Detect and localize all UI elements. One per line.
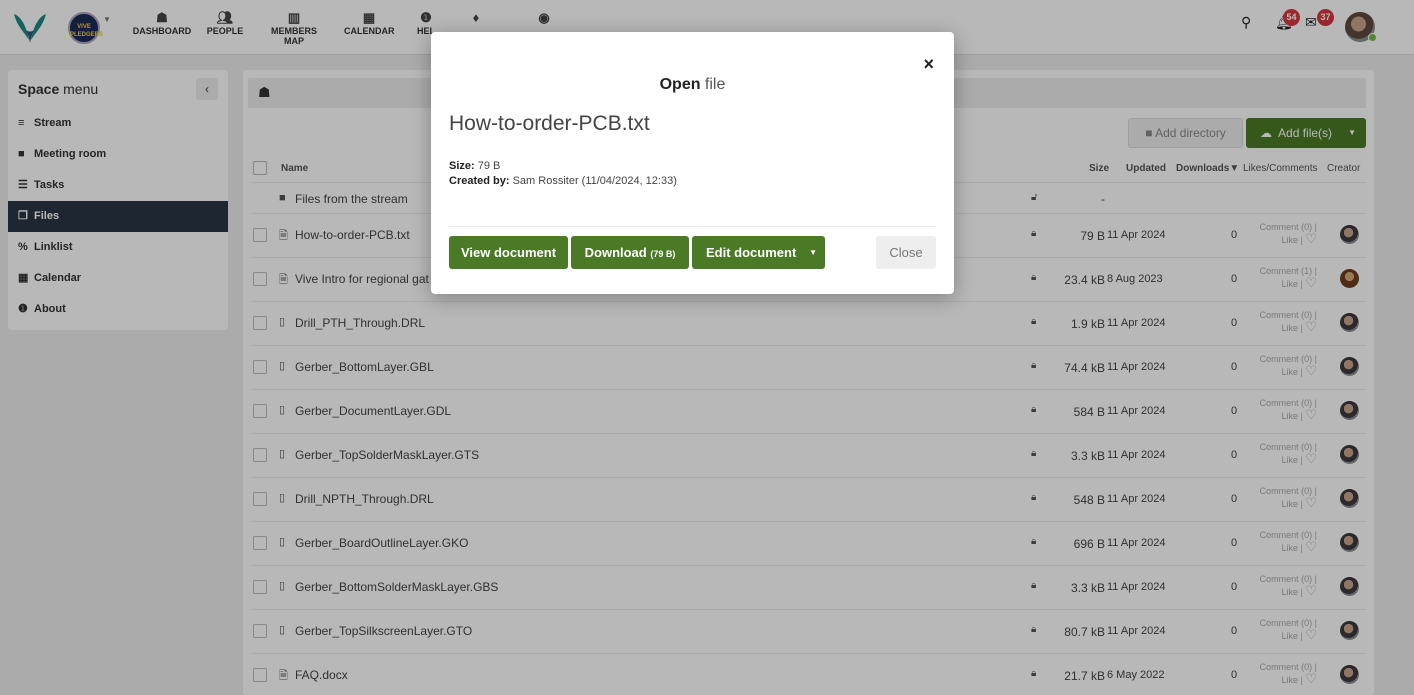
created-by-label: Created by: — [449, 175, 510, 187]
download-button[interactable]: Download (79 B) — [571, 236, 689, 269]
close-icon[interactable]: × — [923, 54, 934, 75]
edit-document-label: Edit document — [706, 245, 797, 260]
download-size: (79 B) — [650, 249, 676, 259]
created-by-value: Sam Rossiter (11/04/2024, 12:33) — [509, 175, 677, 187]
edit-document-button[interactable]: Edit document ▼ — [692, 236, 825, 269]
dialog-title-rest: file — [700, 76, 726, 93]
dialog-title-bold: Open — [659, 76, 701, 93]
size-label: Size: — [449, 160, 475, 172]
dialog-filename: How-to-order-PCB.txt — [449, 112, 650, 135]
download-label: Download — [584, 245, 647, 260]
view-document-button[interactable]: View document — [449, 236, 568, 269]
divider — [449, 226, 936, 227]
chevron-down-icon[interactable]: ▼ — [809, 236, 817, 269]
open-file-dialog: × Open file How-to-order-PCB.txt Size: 7… — [431, 32, 954, 294]
close-button[interactable]: Close — [876, 236, 936, 269]
dialog-title: Open file — [431, 76, 954, 94]
file-metadata: Size: 79 B Created by: Sam Rossiter (11/… — [449, 159, 677, 189]
size-value: 79 B — [474, 160, 501, 172]
